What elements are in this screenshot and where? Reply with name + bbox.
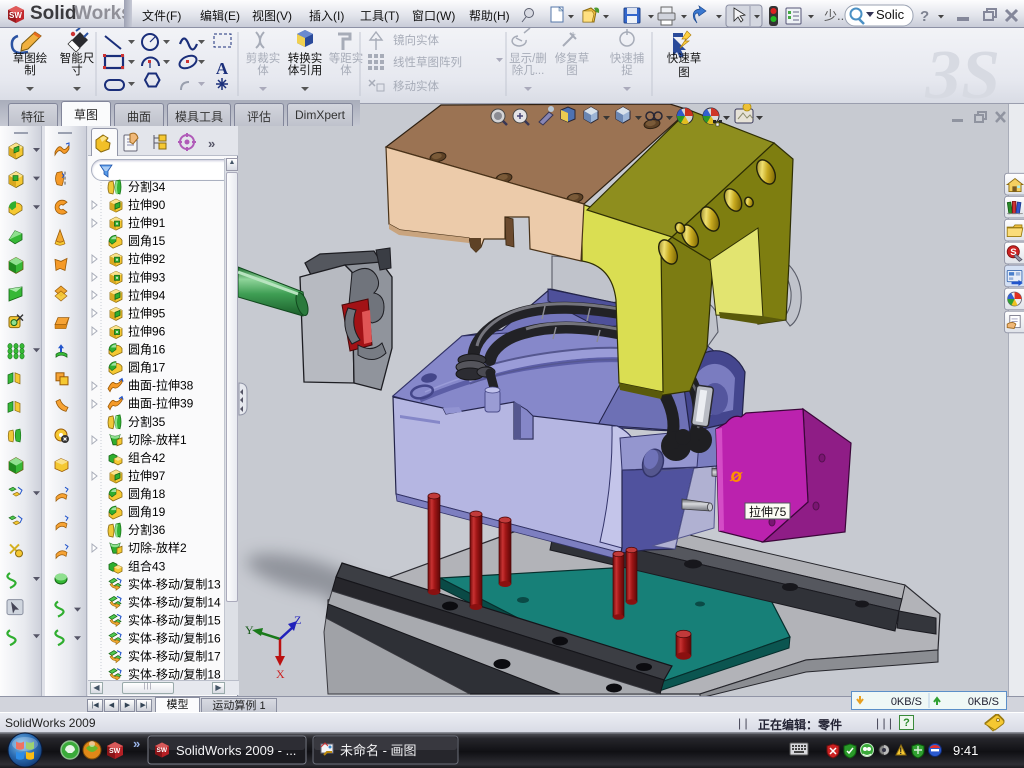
svg-text:9:41: 9:41: [953, 743, 978, 758]
svg-text:分割34: 分割34: [128, 179, 166, 194]
svg-text:智能尺: 智能尺: [60, 51, 95, 65]
svg-text:转换实: 转换实: [288, 51, 323, 65]
svg-text:圆角18: 圆角18: [128, 487, 166, 501]
svg-text:曲面-拉伸39: 曲面-拉伸39: [128, 396, 194, 411]
svg-text:拉伸94: 拉伸94: [128, 287, 166, 302]
svg-text:移动实体: 移动实体: [393, 79, 439, 93]
svg-text:曲面-拉伸38: 曲面-拉伸38: [128, 378, 194, 393]
svg-text:SW: SW: [9, 11, 22, 20]
svg-text:圆角19: 圆角19: [128, 505, 166, 519]
svg-text:圆角16: 圆角16: [128, 343, 166, 357]
svg-text:实体-移动/复制14: 实体-移动/复制14: [128, 594, 221, 609]
svg-text:拉伸97: 拉伸97: [128, 468, 166, 483]
svg-text:图: 图: [678, 66, 690, 79]
svg-text:少..: 少..: [824, 8, 844, 23]
svg-text:»: »: [208, 136, 215, 151]
svg-text:Z: Z: [294, 613, 301, 627]
svg-text:捉: 捉: [621, 63, 633, 77]
svg-text:实体-移动/复制13: 实体-移动/复制13: [128, 576, 221, 591]
svg-text:体引用: 体引用: [288, 63, 323, 77]
svg-text:0KB/S: 0KB/S: [968, 696, 999, 708]
svg-text:X: X: [276, 667, 285, 681]
svg-text:SW: SW: [109, 748, 121, 755]
svg-text:拉伸91: 拉伸91: [128, 215, 166, 230]
svg-text:拉伸75: 拉伸75: [749, 504, 787, 519]
svg-text:0KB/S: 0KB/S: [891, 696, 922, 708]
svg-text:拉伸96: 拉伸96: [128, 324, 166, 339]
svg-text:+: +: [570, 30, 576, 41]
svg-text:分割36: 分割36: [128, 522, 166, 537]
svg-text:快速草: 快速草: [667, 52, 702, 65]
svg-text:SolidWorks 2009 - ...: SolidWorks 2009 - ...: [176, 743, 296, 758]
svg-text:拉伸90: 拉伸90: [128, 197, 166, 212]
svg-text:切除-放样1: 切除-放样1: [128, 432, 187, 447]
svg-text:分割35: 分割35: [128, 414, 166, 429]
svg-text:圆角17: 圆角17: [128, 361, 166, 375]
svg-text:剪裁实: 剪裁实: [246, 51, 281, 65]
svg-text:实体-移动/复制15: 实体-移动/复制15: [128, 612, 221, 627]
svg-text:等距实: 等距实: [329, 51, 364, 65]
svg-text:镜向实体: 镜向实体: [393, 33, 439, 47]
svg-text:!: !: [899, 746, 902, 756]
svg-text:线性草图阵列: 线性草图阵列: [393, 55, 462, 69]
svg-text:实体-移动/复制17: 实体-移动/复制17: [128, 649, 221, 664]
svg-text:SW: SW: [157, 747, 168, 754]
svg-text:草图绘: 草图绘: [13, 51, 48, 65]
svg-text:未命名 - 画图: 未命名 - 画图: [340, 743, 417, 758]
svg-text:除几...: 除几...: [512, 63, 545, 77]
svg-text:ЗS: ЗS: [924, 37, 1000, 103]
svg-text:修复草: 修复草: [555, 51, 590, 65]
svg-text:Y: Y: [245, 623, 254, 637]
svg-text:拉伸93: 拉伸93: [128, 269, 166, 284]
svg-text:圆角15: 圆角15: [128, 234, 166, 248]
svg-text:组合42: 组合42: [128, 450, 166, 465]
svg-text:拉伸95: 拉伸95: [128, 305, 166, 320]
svg-text:体: 体: [257, 63, 269, 77]
svg-text:组合43: 组合43: [128, 558, 166, 573]
svg-text:A: A: [216, 59, 229, 78]
svg-text:显示/删: 显示/删: [509, 52, 547, 65]
svg-text:切除-放样2: 切除-放样2: [128, 540, 187, 555]
svg-text:制: 制: [24, 64, 36, 77]
svg-text:?: ?: [920, 8, 929, 25]
svg-text:拉伸92: 拉伸92: [128, 251, 166, 266]
svg-text:寸: 寸: [71, 63, 83, 77]
svg-text:实体-移动/复制16: 实体-移动/复制16: [128, 631, 221, 646]
svg-text:体: 体: [340, 63, 352, 77]
svg-text:Solic: Solic: [876, 7, 905, 22]
svg-text:图: 图: [566, 64, 578, 77]
svg-text:快速捕: 快速捕: [610, 51, 645, 65]
svg-text:»: »: [133, 736, 140, 751]
